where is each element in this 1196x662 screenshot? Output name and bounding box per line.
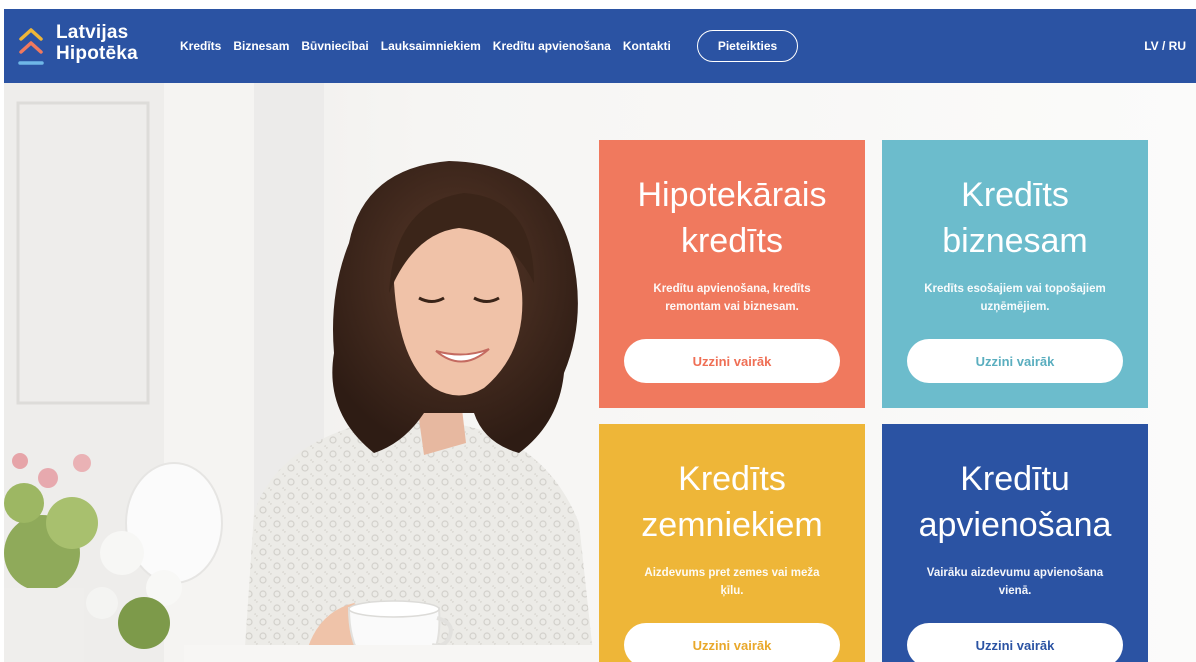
card-title: Kredīts biznesam [900, 172, 1130, 264]
card-farmer-loan[interactable]: Kredīts zemniekiem Aizdevums pret zemes … [599, 424, 865, 662]
nav-item-kontakti[interactable]: Kontakti [623, 39, 671, 53]
nav-item-biznesam[interactable]: Biznesam [233, 39, 289, 53]
nav-item-lauksaimniekiem[interactable]: Lauksaimniekiem [381, 39, 481, 53]
card-title-line-2: kredīts [680, 222, 784, 260]
card-description: Kredītu apvienošana, kredīts remontam va… [653, 283, 811, 313]
page-frame: Latvijas Hipotēka Kredīts Biznesam Būvni… [4, 9, 1196, 662]
card-title-line-2: biznesam [942, 222, 1088, 260]
card-title-line-1: Kredītu [960, 460, 1070, 498]
card-title-line-1: Kredīts [961, 176, 1069, 214]
card-title: Kredītu apvienošana [900, 456, 1130, 548]
language-switcher[interactable]: LV / RU [1144, 9, 1186, 83]
card-description: Aizdevums pret zemes vai meža ķīlu. [644, 567, 820, 597]
logo-line-2: Hipotēka [56, 43, 138, 64]
logo-chevrons-icon [18, 28, 44, 65]
hero-section: Hipotekārais kredīts Kredītu apvienošana… [4, 83, 1196, 662]
logo-wordmark: Latvijas Hipotēka [56, 22, 138, 64]
card-mortgage-loan[interactable]: Hipotekārais kredīts Kredītu apvienošana… [599, 140, 865, 408]
learn-more-button[interactable]: Uzzini vairāk [624, 623, 840, 662]
apply-button[interactable]: Pieteikties [696, 30, 799, 62]
learn-more-button[interactable]: Uzzini vairāk [907, 623, 1123, 662]
card-loan-consolidation[interactable]: Kredītu apvienošana Vairāku aizdevumu ap… [882, 424, 1148, 662]
card-title-line-1: Kredīts [678, 460, 786, 498]
card-title: Kredīts zemniekiem [617, 456, 847, 548]
nav-item-kreditu-apvienosana[interactable]: Kredītu apvienošana [493, 39, 611, 53]
card-description: Kredīts esošajiem vai topošajiem uzņēmēj… [924, 283, 1106, 313]
nav-item-buvniecibai[interactable]: Būvniecībai [301, 39, 368, 53]
nav-item-kredits[interactable]: Kredīts [180, 39, 221, 53]
site-header: Latvijas Hipotēka Kredīts Biznesam Būvni… [4, 9, 1196, 83]
main-nav: Kredīts Biznesam Būvniecībai Lauksaimnie… [180, 9, 799, 83]
card-business-loan[interactable]: Kredīts biznesam Kredīts esošajiem vai t… [882, 140, 1148, 408]
logo-line-1: Latvijas [56, 22, 129, 43]
learn-more-button[interactable]: Uzzini vairāk [907, 339, 1123, 383]
learn-more-button[interactable]: Uzzini vairāk [624, 339, 840, 383]
card-description: Vairāku aizdevumu apvienošana vienā. [926, 567, 1104, 597]
logo[interactable]: Latvijas Hipotēka [18, 22, 158, 72]
card-title-line-1: Hipotekārais [637, 176, 827, 214]
card-title: Hipotekārais kredīts [617, 172, 847, 264]
card-title-line-2: apvienošana [918, 506, 1112, 544]
card-title-line-2: zemniekiem [641, 506, 823, 544]
